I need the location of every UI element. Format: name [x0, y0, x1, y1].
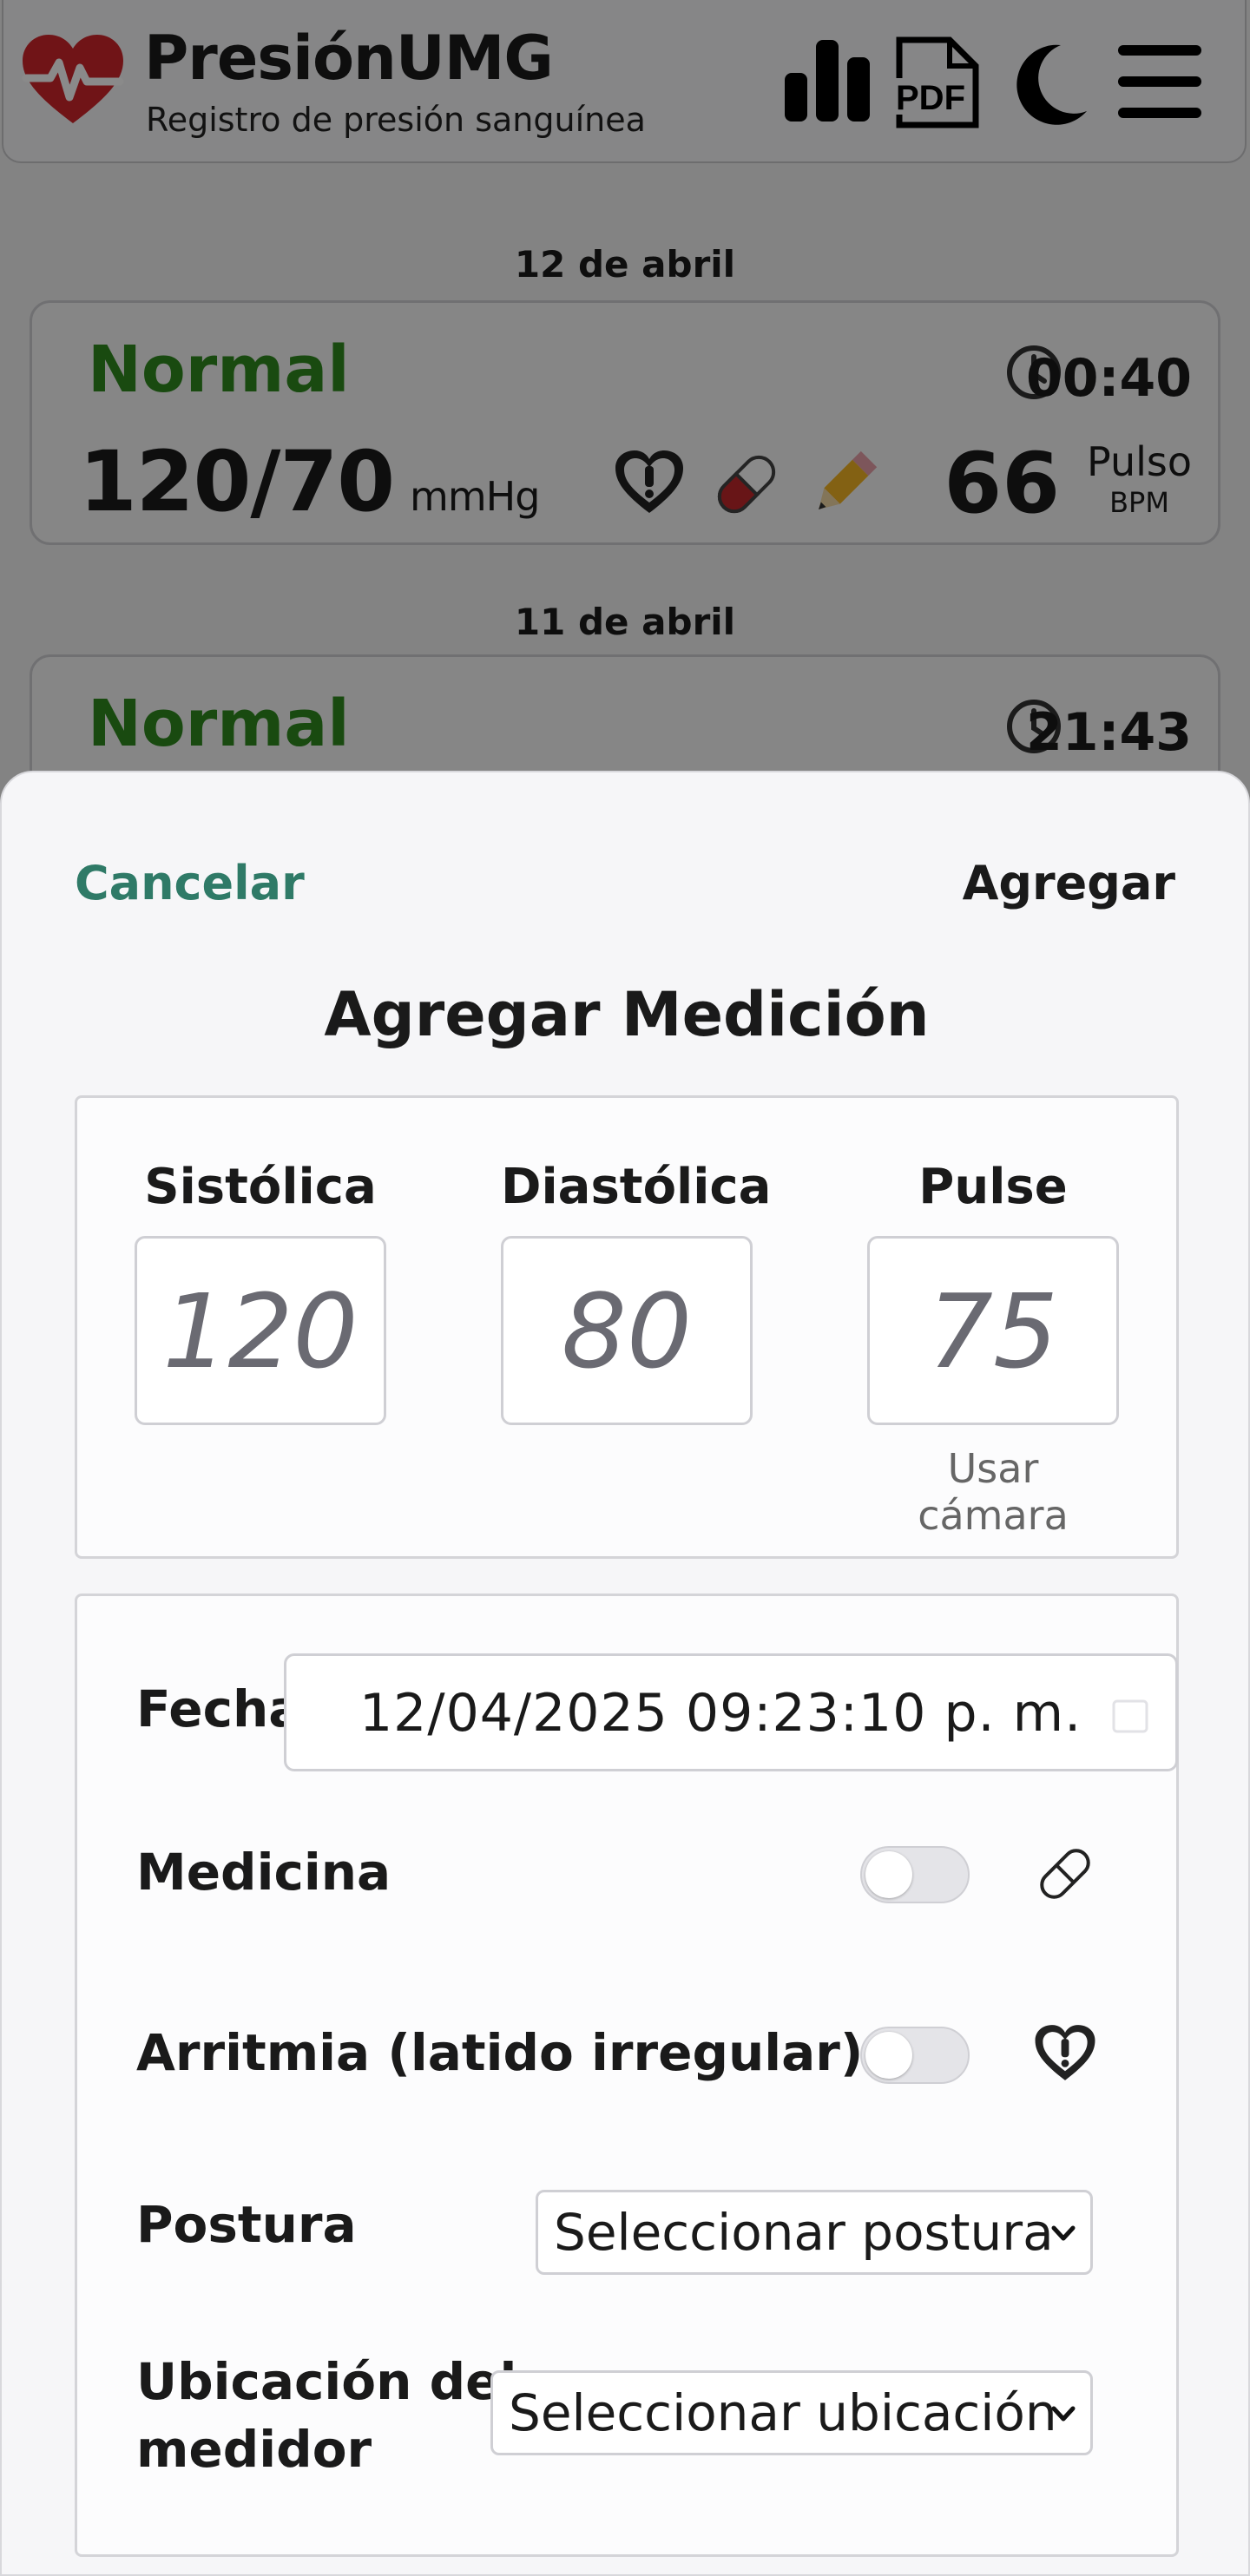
pulse-group: Pulse 75	[867, 1159, 1119, 1425]
location-select-value: Seleccionar ubicación	[509, 2383, 1057, 2442]
arrhythmia-toggle[interactable]	[860, 2027, 970, 2084]
add-measurement-sheet: Cancelar Agregar Agregar Medición Sistól…	[0, 771, 1250, 2576]
posture-label: Postura	[136, 2195, 357, 2254]
date-time-input[interactable]: 12/04/2025 09:23:10 p. m.	[284, 1653, 1178, 1771]
date-label: Fecha	[136, 1679, 303, 1738]
location-label: Ubicación del medidor	[136, 2348, 516, 2483]
chevron-down-icon	[1051, 2406, 1076, 2422]
posture-select-value: Seleccionar postura	[554, 2203, 1054, 2262]
location-label-line1: Ubicación del	[136, 2352, 517, 2411]
systolic-group: Sistólica 120	[135, 1159, 386, 1425]
diastolic-label: Diastólica	[501, 1159, 772, 1215]
medicine-label: Medicina	[136, 1843, 391, 1902]
pulse-input[interactable]: 75	[867, 1236, 1119, 1425]
values-box: Sistólica 120 Diastólica 80 Pulse 75 Usa…	[75, 1095, 1179, 1559]
systolic-input[interactable]: 120	[135, 1236, 386, 1425]
location-select[interactable]: Seleccionar ubicación	[490, 2370, 1093, 2455]
details-box: Fecha 12/04/2025 09:23:10 p. m. Medicina…	[75, 1594, 1179, 2557]
add-button[interactable]: Agregar	[963, 856, 1175, 910]
sheet-title: Agregar Medición	[324, 979, 930, 1050]
use-camera-link[interactable]: Usar cámara	[867, 1445, 1119, 1539]
posture-select[interactable]: Seleccionar postura	[536, 2190, 1093, 2275]
cancel-button[interactable]: Cancelar	[75, 856, 305, 910]
toggle-knob	[865, 2032, 912, 2079]
calendar-icon[interactable]	[1111, 1696, 1149, 1734]
location-label-line2: medidor	[136, 2420, 372, 2479]
chevron-down-icon	[1051, 2225, 1076, 2241]
arrhythmia-icon	[1035, 2025, 1095, 2080]
medicine-toggle[interactable]	[860, 1846, 970, 1903]
pill-outline-icon	[1040, 1849, 1090, 1899]
diastolic-group: Diastólica 80	[501, 1159, 772, 1425]
diastolic-input[interactable]: 80	[501, 1236, 753, 1425]
toggle-knob	[865, 1851, 912, 1898]
arrhythmia-label: Arritmia (latido irregular)	[136, 2023, 864, 2082]
date-time-value: 12/04/2025 09:23:10 p. m.	[359, 1683, 1082, 1744]
systolic-label: Sistólica	[144, 1159, 377, 1215]
pulse-input-label: Pulse	[918, 1159, 1068, 1215]
